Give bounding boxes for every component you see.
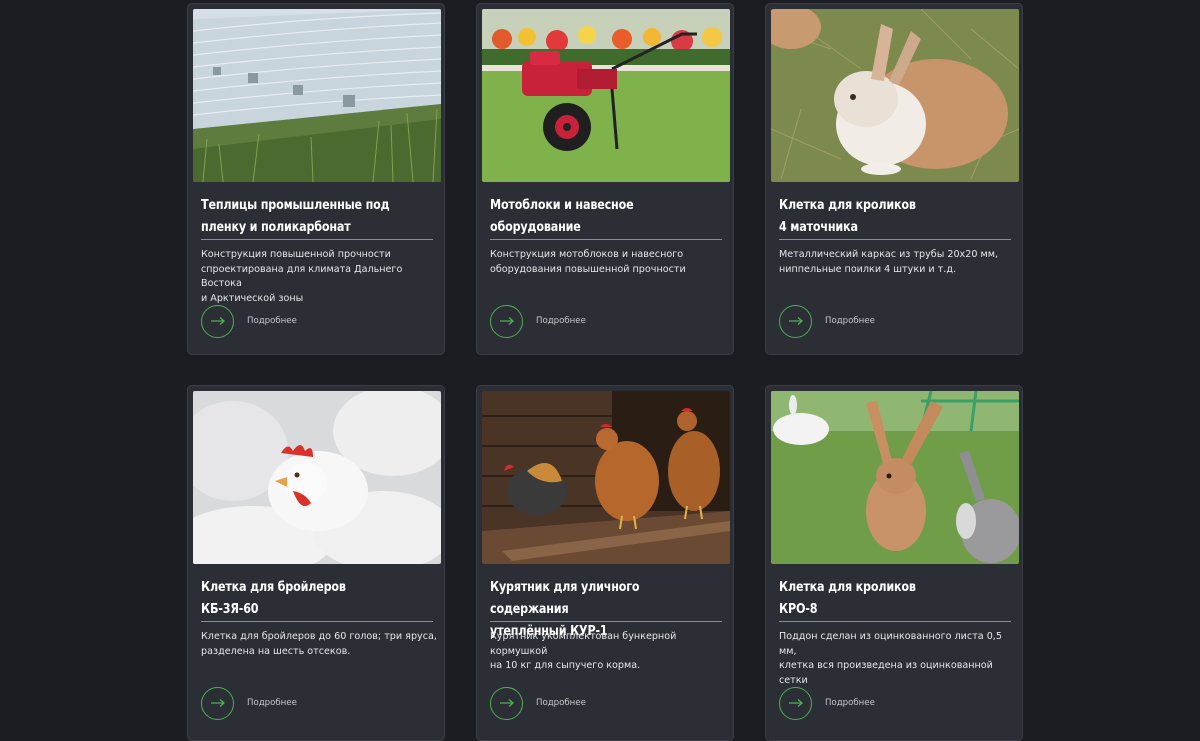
- divider: [779, 239, 1011, 240]
- more-link[interactable]: Подробнее: [201, 684, 297, 722]
- more-label[interactable]: Подробнее: [536, 316, 586, 326]
- arrow-right-icon: [210, 317, 225, 325]
- card-title-line: КРО-8: [779, 601, 818, 617]
- description-line: клетка вся произведена из оцинкованной: [779, 660, 993, 672]
- description-line: Поддон сделан из оцинкованного листа 0,5…: [779, 631, 1002, 657]
- more-link[interactable]: Подробнее: [201, 302, 297, 340]
- divider: [490, 621, 722, 622]
- card-description: Клетка для бройлеров до 60 голов; три яр…: [201, 630, 441, 659]
- product-card[interactable]: Мотоблоки и навесное оборудование Констр…: [476, 3, 734, 355]
- rabbits-on-grass-photo[interactable]: [771, 391, 1019, 564]
- more-button[interactable]: [201, 686, 234, 720]
- description-line: Металлический каркас из трубы 20x20 мм,: [779, 249, 999, 260]
- arrow-right-icon: [499, 317, 514, 325]
- description-line: разделена на шесть отсеков.: [201, 645, 351, 657]
- more-button[interactable]: [201, 304, 234, 338]
- divider: [490, 239, 722, 240]
- rabbit-photo[interactable]: [771, 9, 1019, 182]
- divider: [201, 621, 433, 622]
- walk-behind-tractor-photo[interactable]: [482, 9, 730, 182]
- card-title-line: оборудование: [490, 219, 581, 235]
- description-line: Курятник укомплектован бункерной кормушк…: [490, 631, 677, 657]
- card-title-line: Клетка для кроликов: [779, 197, 916, 213]
- card-title-line: 4 маточника: [779, 219, 858, 235]
- arrow-right-icon: [210, 699, 225, 707]
- more-label[interactable]: Подробнее: [247, 316, 297, 326]
- description-line: Конструкция повышенной прочности: [201, 249, 391, 260]
- description-line: ниппельные поилки 4 штуки и т.д.: [779, 263, 957, 275]
- product-card[interactable]: Курятник для уличного содержания утеплён…: [476, 385, 734, 741]
- description-line: оборудования повышенной прочности: [490, 263, 686, 275]
- more-link[interactable]: Подробнее: [490, 302, 586, 340]
- arrow-right-icon: [499, 699, 514, 707]
- more-label[interactable]: Подробнее: [536, 698, 586, 708]
- card-description: Курятник укомплектован бункерной кормушк…: [490, 630, 730, 674]
- more-label[interactable]: Подробнее: [247, 698, 297, 708]
- greenhouse-photo[interactable]: [193, 9, 441, 182]
- more-button[interactable]: [779, 686, 812, 720]
- divider: [201, 239, 433, 240]
- card-title-line: Теплицы промышленные под: [201, 197, 390, 213]
- description-line: на 10 кг для сыпучего корма.: [490, 660, 641, 672]
- product-grid: Теплицы промышленные под пленку и полика…: [0, 0, 1200, 741]
- more-button[interactable]: [490, 686, 523, 720]
- description-line: Конструкция мотоблоков и навесного: [490, 249, 684, 260]
- product-card[interactable]: Клетка для кроликов КРО-8 Поддон сделан …: [765, 385, 1023, 741]
- product-card[interactable]: Клетка для кроликов 4 маточника Металлич…: [765, 3, 1023, 355]
- more-label[interactable]: Подробнее: [825, 316, 875, 326]
- card-description: Металлический каркас из трубы 20x20 мм, …: [779, 248, 1019, 277]
- chicken-coop-photo[interactable]: [482, 391, 730, 564]
- description-line: спроектирована для климата Дальнего Вост…: [201, 263, 403, 290]
- more-link[interactable]: Подробнее: [779, 684, 875, 722]
- more-link[interactable]: Подробнее: [490, 684, 586, 722]
- card-title-line: пленку и поликарбонат: [201, 219, 351, 235]
- card-title-line: Курятник для уличного содержания: [490, 579, 640, 617]
- card-description: Поддон сделан из оцинкованного листа 0,5…: [779, 630, 1019, 689]
- card-description: Конструкция мотоблоков и навесного обору…: [490, 248, 730, 277]
- broiler-chicken-photo[interactable]: [193, 391, 441, 564]
- arrow-right-icon: [788, 317, 803, 325]
- more-button[interactable]: [490, 304, 523, 338]
- card-title[interactable]: Мотоблоки и навесное оборудование: [490, 194, 707, 238]
- card-title[interactable]: Клетка для кроликов 4 маточника: [779, 194, 996, 238]
- card-title-line: Клетка для бройлеров: [201, 579, 346, 595]
- card-title[interactable]: Клетка для бройлеров КБ-3Я-60: [201, 576, 418, 620]
- card-title-line: Клетка для кроликов: [779, 579, 916, 595]
- product-card[interactable]: Клетка для бройлеров КБ-3Я-60 Клетка для…: [187, 385, 445, 741]
- card-title[interactable]: Теплицы промышленные под пленку и полика…: [201, 194, 418, 238]
- arrow-right-icon: [788, 699, 803, 707]
- card-title[interactable]: Клетка для кроликов КРО-8: [779, 576, 996, 620]
- product-card[interactable]: Теплицы промышленные под пленку и полика…: [187, 3, 445, 355]
- divider: [779, 621, 1011, 622]
- card-description: Конструкция повышенной прочности спроект…: [201, 248, 441, 307]
- more-link[interactable]: Подробнее: [779, 302, 875, 340]
- more-label[interactable]: Подробнее: [825, 698, 875, 708]
- card-title-line: Мотоблоки и навесное: [490, 197, 634, 213]
- more-button[interactable]: [779, 304, 812, 338]
- description-line: Клетка для бройлеров до 60 голов; три яр…: [201, 631, 437, 642]
- card-title-line: КБ-3Я-60: [201, 601, 259, 617]
